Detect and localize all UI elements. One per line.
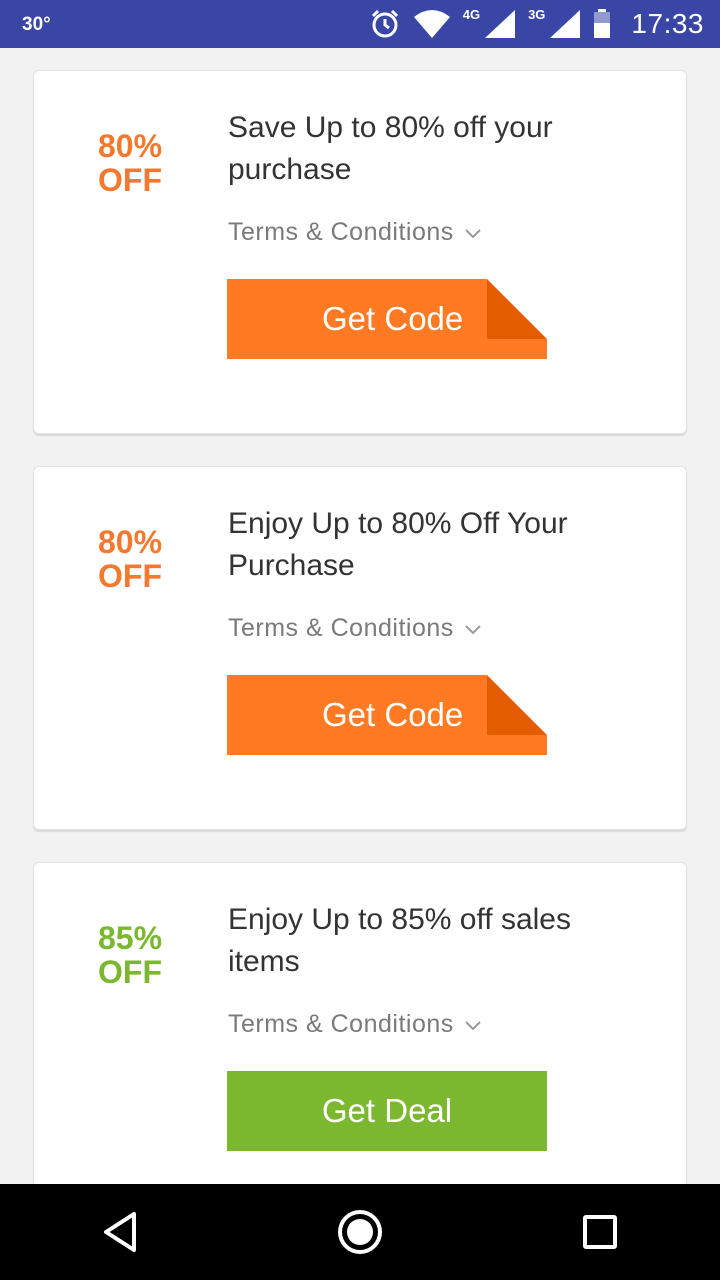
page-fold-icon <box>487 279 547 359</box>
coupon-card: 80% OFF Save Up to 80% off your purchase… <box>33 70 687 434</box>
navigation-bar <box>0 1184 720 1280</box>
coupon-title: Enjoy Up to 85% off sales items <box>228 903 571 978</box>
back-icon <box>104 1212 136 1252</box>
status-bar: 30° 4G 3G 17:33 <box>0 0 720 48</box>
discount-suffix: OFF <box>98 558 162 594</box>
coupon-card: 80% OFF Enjoy Up to 80% Off Your Purchas… <box>33 466 687 830</box>
terms-toggle[interactable]: Terms & Conditions <box>228 614 482 643</box>
coupon-card: 85% OFF Enjoy Up to 85% off sales items … <box>33 862 687 1184</box>
home-icon <box>338 1210 382 1254</box>
battery-icon <box>594 9 611 38</box>
chevron-down-icon <box>465 624 481 634</box>
recents-icon <box>583 1215 617 1249</box>
network-3g-label: 3G <box>528 6 546 22</box>
terms-label: Terms & Conditions <box>228 1010 454 1038</box>
alarm-icon <box>371 9 398 38</box>
chevron-down-icon <box>465 228 481 238</box>
page-fold-icon <box>487 675 547 755</box>
get-code-button[interactable]: Get Code <box>227 279 547 359</box>
coupon-title: Save Up to 80% off your purchase <box>228 111 553 186</box>
status-icons: 4G 3G 17:33 <box>369 0 704 48</box>
coupon-list: 80% OFF Save Up to 80% off your purchase… <box>0 48 720 1184</box>
get-code-button[interactable]: Get Code <box>227 675 547 755</box>
temperature-indicator: 30° <box>22 14 51 35</box>
wifi-icon <box>413 10 450 38</box>
coupon-title: Enjoy Up to 80% Off Your Purchase <box>228 507 568 582</box>
terms-label: Terms & Conditions <box>228 218 454 246</box>
button-label: Get Code <box>322 300 464 337</box>
back-button[interactable] <box>90 1202 150 1262</box>
discount-badge: 85% OFF <box>98 921 162 989</box>
signal-icon <box>485 10 516 38</box>
discount-value: 85% <box>98 920 163 956</box>
discount-suffix: OFF <box>98 954 162 990</box>
discount-value: 80% <box>98 128 163 164</box>
signal-icon <box>550 10 581 38</box>
discount-badge: 80% OFF <box>98 525 162 593</box>
discount-value: 80% <box>98 524 163 560</box>
discount-badge: 80% OFF <box>98 129 162 197</box>
chevron-down-icon <box>465 1020 481 1030</box>
clock: 17:33 <box>631 8 704 39</box>
network-4g-label: 4G <box>462 6 481 22</box>
discount-suffix: OFF <box>98 162 162 198</box>
button-label: Get Deal <box>321 1092 453 1129</box>
terms-toggle[interactable]: Terms & Conditions <box>228 218 482 247</box>
home-button[interactable] <box>330 1202 390 1262</box>
recents-button[interactable] <box>570 1202 630 1262</box>
terms-toggle[interactable]: Terms & Conditions <box>228 1010 482 1039</box>
button-label: Get Code <box>322 696 464 733</box>
terms-label: Terms & Conditions <box>228 614 454 642</box>
get-deal-button[interactable]: Get Deal <box>227 1071 547 1151</box>
